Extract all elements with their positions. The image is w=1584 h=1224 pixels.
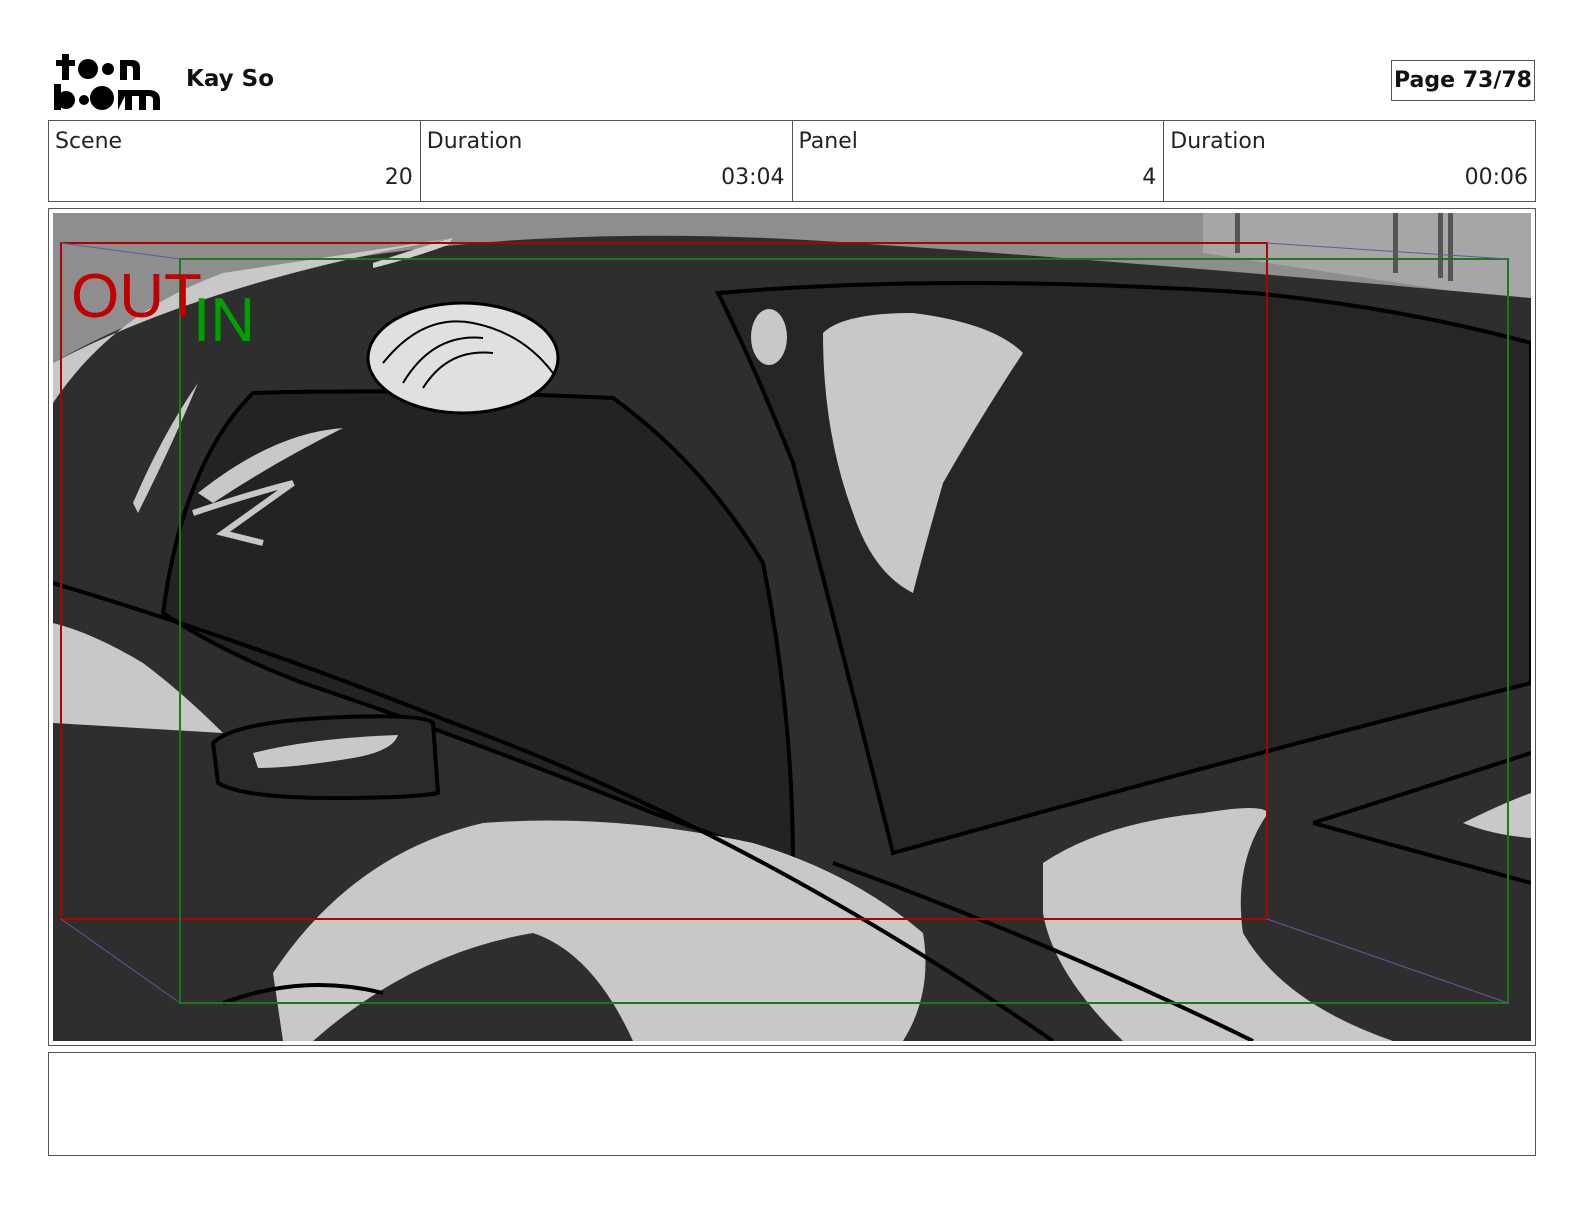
panel-duration-value: 00:06 bbox=[1464, 165, 1528, 190]
scene-duration-label: Duration bbox=[426, 129, 523, 154]
scene-info-row: Scene 20 Duration 03:04 Panel 4 Duration… bbox=[48, 120, 1536, 202]
page-indicator: Page 73/78 bbox=[1391, 60, 1535, 101]
panel-duration-cell: Duration 00:06 bbox=[1164, 121, 1535, 201]
scene-cell: Scene 20 bbox=[49, 121, 421, 201]
panel-drawing: OUT IN bbox=[53, 213, 1531, 1041]
toon-boom-logo bbox=[52, 50, 164, 112]
panel-notes-box bbox=[48, 1052, 1536, 1156]
storyboard-panel: OUT IN bbox=[48, 208, 1536, 1046]
page-label: Page 73/78 bbox=[1394, 68, 1532, 93]
scene-label: Scene bbox=[55, 129, 123, 154]
panel-duration-label: Duration bbox=[1170, 129, 1266, 154]
toon-boom-logo-icon bbox=[54, 54, 160, 110]
in-label: IN bbox=[193, 286, 255, 355]
scene-value: 20 bbox=[384, 165, 413, 190]
out-label: OUT bbox=[71, 262, 202, 331]
scene-duration-cell: Duration 03:04 bbox=[421, 121, 793, 201]
scene-duration-value: 03:04 bbox=[721, 165, 785, 190]
author-name: Kay So bbox=[186, 66, 275, 92]
panel-cell: Panel 4 bbox=[793, 121, 1165, 201]
panel-value: 4 bbox=[1142, 165, 1157, 190]
panel-label: Panel bbox=[798, 129, 858, 154]
